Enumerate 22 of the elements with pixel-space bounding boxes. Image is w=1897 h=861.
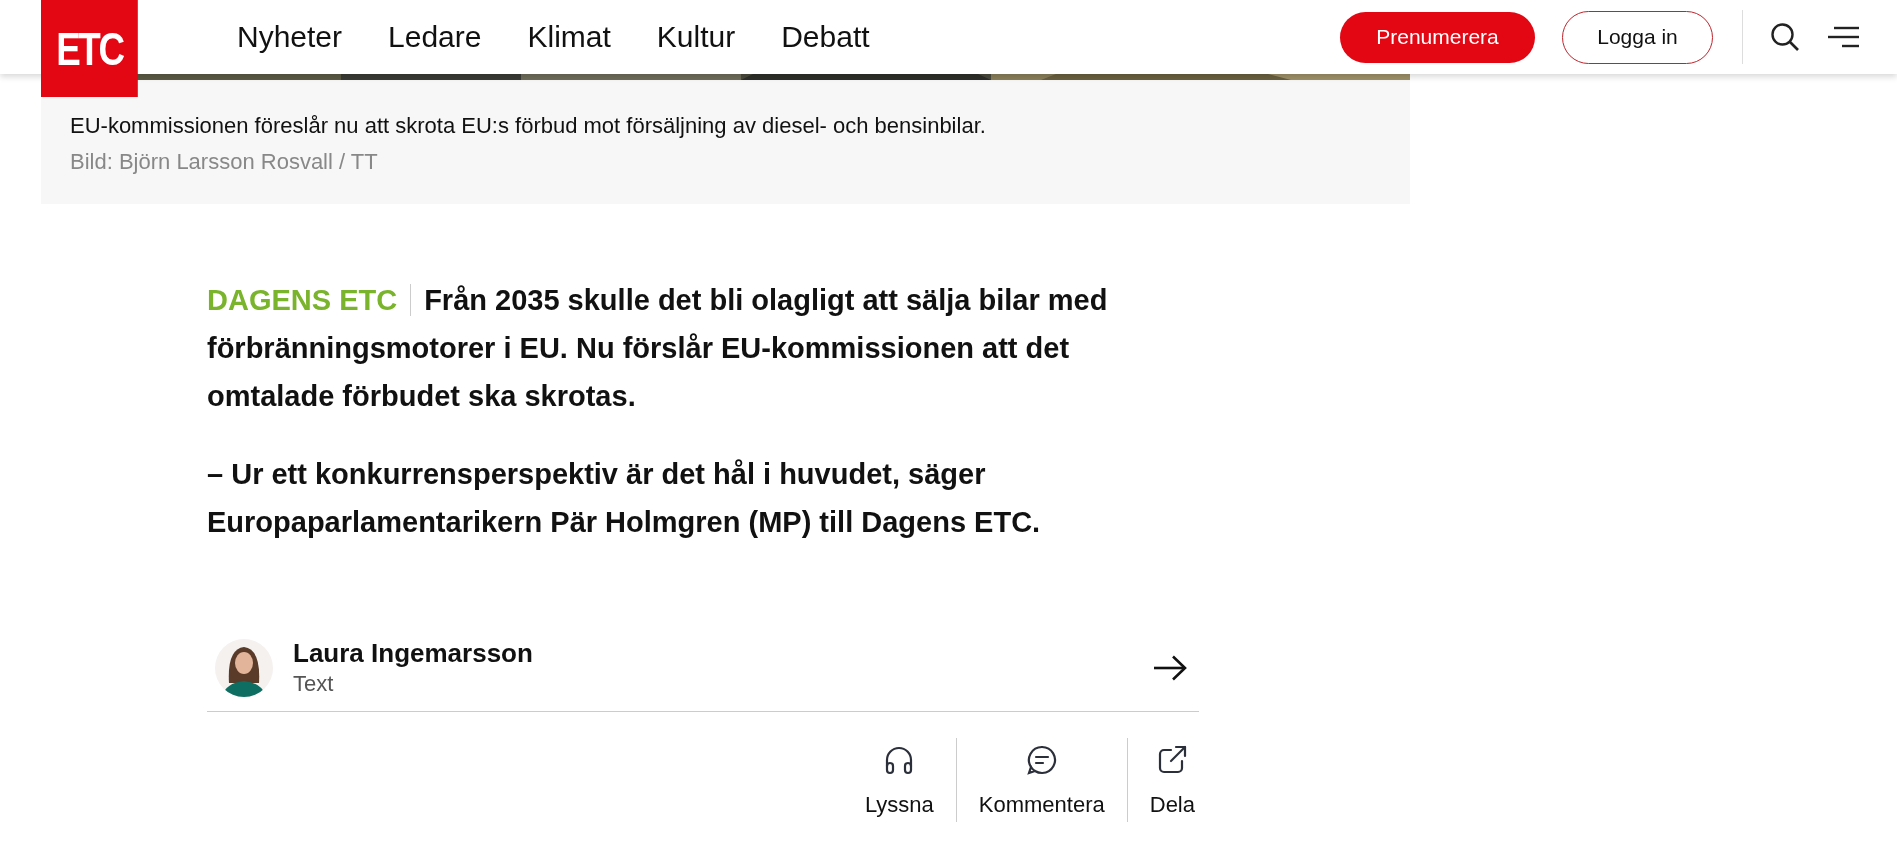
site-logo[interactable]: ETC [41, 0, 138, 97]
image-caption: EU-kommissionen föreslår nu att skrota EU:s förbud mot försäljning av diesel- och bensinbilar. [70, 113, 987, 139]
photo-credit: Bild: Björn Larsson Rosvall / TT [70, 149, 379, 175]
chat-bubble-icon [1025, 744, 1058, 776]
author-name[interactable]: Laura Ingemarsson [293, 638, 533, 669]
nav-link[interactable]: Debatt [781, 20, 870, 54]
subscribe-button[interactable]: Prenumerera [1340, 11, 1535, 63]
share-button[interactable]: Dela [1149, 738, 1195, 822]
menu-icon[interactable] [1828, 26, 1860, 48]
arrow-right-icon[interactable] [1153, 654, 1187, 681]
author-role: Text [293, 671, 335, 697]
nav-link[interactable]: Klimat [527, 20, 611, 54]
external-link-icon [1156, 744, 1189, 776]
nav-link[interactable]: Kultur [656, 20, 736, 54]
quote-paragraph: – Ur ett konkurrensperspektiv är det hål i huvudet, säger Europaparlamentarikern Pär Holmgren (MP) till Dagens ETC. [207, 457, 1042, 540]
nav-link[interactable]: Ledare [388, 20, 482, 54]
listen-button[interactable]: Lyssna [864, 738, 934, 822]
search-icon[interactable] [1770, 22, 1800, 52]
comment-button[interactable]: Kommentera [978, 738, 1105, 822]
login-button[interactable]: Logga in [1562, 10, 1713, 64]
lead-paragraph: DAGENS ETC Från 2035 skulle det bli olagligt att sälja bilar med förbränningsmotorer i EU. Nu förslår EU-kommissionen att det omtalade förbudet ska skrotas. [207, 283, 1109, 414]
nav-link[interactable]: Nyheter [237, 20, 343, 54]
